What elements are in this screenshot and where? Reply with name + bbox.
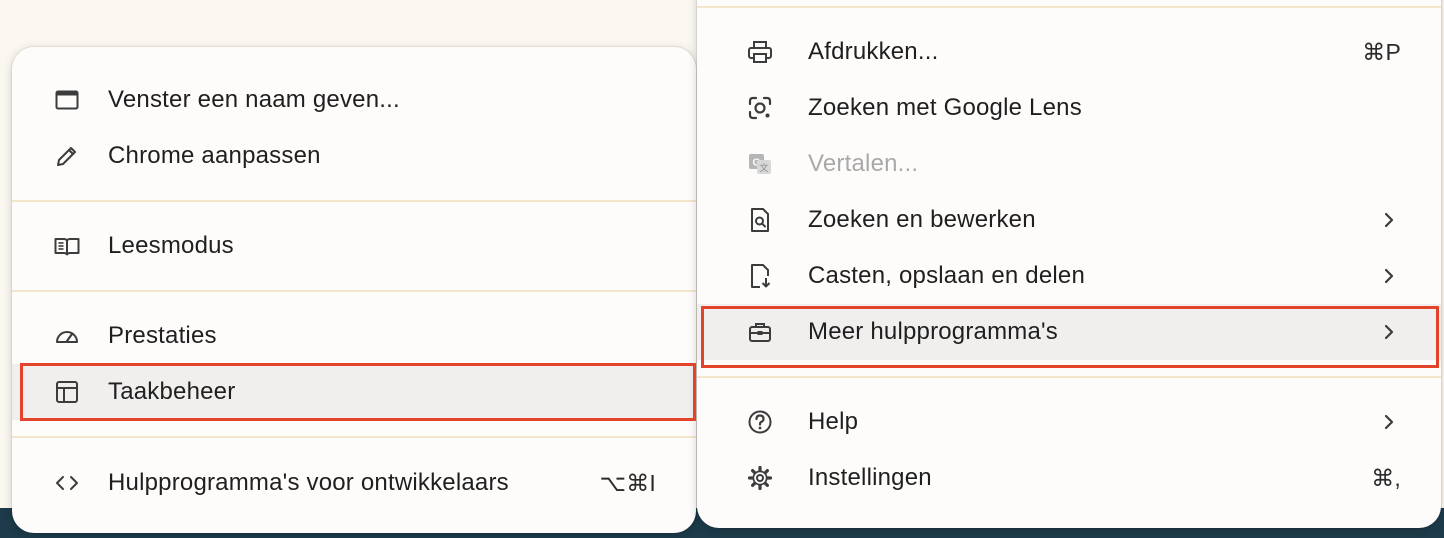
find-page-icon — [746, 206, 774, 234]
gear-icon — [746, 464, 774, 492]
menu-item-shortcut: ⌥⌘I — [599, 469, 656, 496]
menu-item-performance[interactable]: Prestaties — [12, 308, 696, 364]
menu-item-label: Meer hulpprogramma's — [808, 318, 1059, 345]
menu-item-label: Prestaties — [108, 322, 217, 349]
menu-item-google-lens[interactable]: Zoeken met Google Lens — [697, 80, 1441, 136]
task-manager-icon — [53, 378, 81, 406]
help-icon — [746, 408, 774, 436]
translate-icon: G文 — [746, 150, 774, 178]
menu-item-label: Instellingen — [808, 464, 932, 491]
lens-icon — [746, 94, 774, 122]
save-page-icon — [746, 262, 774, 290]
menu-item-name-window[interactable]: Venster een naam geven... — [12, 72, 696, 128]
menu-item-more-tools[interactable]: Meer hulpprogramma's — [697, 304, 1441, 360]
menu-item-label: Help — [808, 408, 859, 435]
divider — [697, 6, 1441, 8]
pencil-icon — [53, 142, 81, 170]
menu-item-print[interactable]: Afdrukken... ⌘P — [697, 24, 1441, 80]
book-icon — [53, 232, 81, 260]
window-icon — [53, 86, 81, 114]
menu-item-customize-chrome[interactable]: Chrome aanpassen — [12, 128, 696, 184]
menu-item-label: Vertalen... — [808, 150, 919, 177]
toolbox-icon — [746, 318, 774, 346]
divider — [697, 376, 1441, 378]
menu-item-developer-tools[interactable]: Hulpprogramma's voor ontwikkelaars ⌥⌘I — [12, 455, 696, 511]
menu-item-label: Zoeken en bewerken — [808, 206, 1036, 233]
menu-item-task-manager[interactable]: Taakbeheer — [12, 364, 696, 420]
chrome-main-menu: Afdrukken... ⌘P Zoeken met Google Lens G… — [697, 0, 1441, 528]
chevron-right-icon — [1384, 212, 1394, 228]
menu-item-label: Afdrukken... — [808, 38, 939, 65]
menu-item-help[interactable]: Help — [697, 394, 1441, 450]
chevron-right-icon — [1384, 414, 1394, 430]
gauge-icon — [53, 322, 81, 350]
menu-item-label: Chrome aanpassen — [108, 142, 321, 169]
menu-item-shortcut: ⌘P — [1362, 38, 1401, 65]
menu-item-settings[interactable]: Instellingen ⌘, — [697, 450, 1441, 506]
chevron-right-icon — [1384, 324, 1394, 340]
menu-item-shortcut: ⌘, — [1371, 464, 1401, 491]
menu-item-cast-save-share[interactable]: Casten, opslaan en delen — [697, 248, 1441, 304]
menu-item-translate: G文 Vertalen... — [697, 136, 1441, 192]
divider — [12, 290, 696, 292]
code-icon — [53, 469, 81, 497]
menu-item-label: Leesmodus — [108, 232, 234, 259]
menu-item-label: Taakbeheer — [108, 378, 236, 405]
menu-item-label: Venster een naam geven... — [108, 86, 400, 113]
divider — [12, 200, 696, 202]
printer-icon — [746, 38, 774, 66]
menu-item-label: Casten, opslaan en delen — [808, 262, 1086, 289]
menu-item-find-and-edit[interactable]: Zoeken en bewerken — [697, 192, 1441, 248]
svg-text:文: 文 — [759, 162, 768, 173]
more-tools-submenu: Venster een naam geven... Chrome aanpass… — [12, 47, 696, 533]
menu-item-reading-mode[interactable]: Leesmodus — [12, 218, 696, 274]
menu-item-label: Zoeken met Google Lens — [808, 94, 1082, 121]
divider — [12, 436, 696, 438]
chevron-right-icon — [1384, 268, 1394, 284]
menu-item-label: Hulpprogramma's voor ontwikkelaars — [108, 469, 509, 496]
